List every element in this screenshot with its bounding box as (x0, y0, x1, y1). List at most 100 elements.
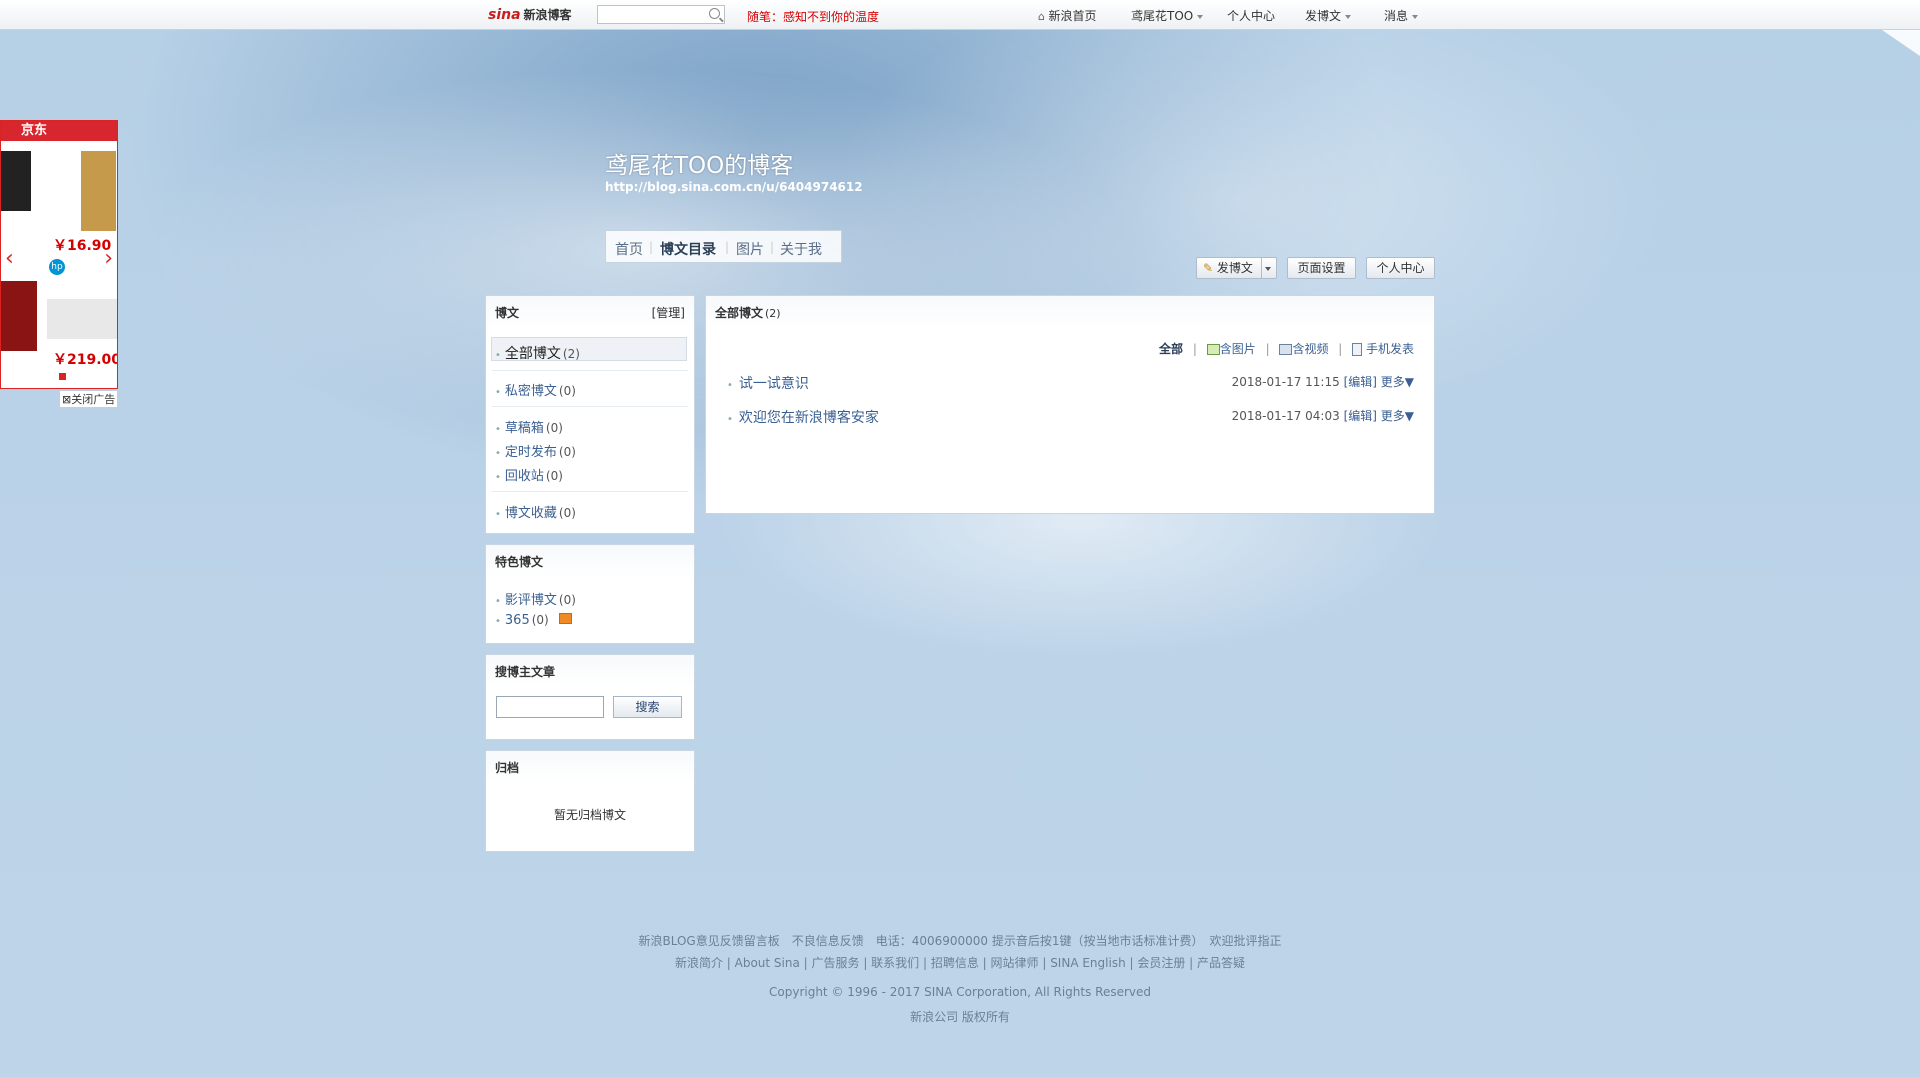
category-drafts[interactable]: • 草稿箱 (0) (495, 417, 563, 436)
write-post-button[interactable]: ✎ 发博文 (1196, 257, 1277, 279)
footer-links[interactable]: 新浪简介 | About Sina | 广告服务 | 联系我们 | 招聘信息 |… (0, 954, 1920, 971)
image-icon (1206, 344, 1220, 355)
panel-title: 博文 (495, 306, 520, 320)
featured-365[interactable]: • 365 (0) (495, 613, 572, 628)
category-label: 草稿箱 (504, 421, 544, 436)
author-search-input[interactable] (496, 696, 604, 718)
nav-sina-home-label: 新浪首页 (1048, 9, 1097, 23)
archive-panel: 归档 暂无归档博文 (485, 750, 695, 852)
panel-title: 搜博主文章 (495, 665, 556, 679)
rss-icon[interactable] (558, 613, 572, 624)
bullet-icon: • (495, 387, 501, 398)
category-private-posts[interactable]: • 私密博文 (0) (495, 380, 576, 399)
post-edit-link[interactable]: [编辑] (1344, 375, 1377, 389)
post-title-link[interactable]: • 欢迎您在新浪博客安家 (727, 407, 879, 427)
bullet-icon: • (495, 472, 501, 483)
sina-blog-logo[interactable]: sina 新浪博客 (488, 6, 572, 23)
manage-link[interactable]: [管理] (652, 304, 685, 321)
video-icon (1279, 344, 1293, 355)
filter-with-images[interactable]: 含图片 (1220, 342, 1256, 356)
category-count: (0) (545, 469, 563, 483)
all-posts-panel: 全部博文 (2) 全部 | 含图片 | 含视频 | 手机发表 • 试一试意识 201… (705, 295, 1435, 514)
author-search-button[interactable]: 搜索 (613, 696, 682, 718)
featured-posts-panel: 特色博文 • 影评博文 (0) • 365 (0) (485, 544, 695, 644)
category-label: 私密博文 (504, 384, 557, 399)
tab-separator: | (725, 240, 730, 254)
ad-price: ￥16.90 (53, 238, 112, 254)
category-label: 博文收藏 (504, 506, 557, 521)
category-all-posts[interactable]: • 全部博文 (2) (495, 343, 580, 363)
side-ad[interactable]: 京东 ￥16.90 hp ‹ › ￥219.00 (0, 120, 118, 389)
tab-blog-list[interactable]: 博文目录 (660, 239, 716, 259)
bullet-icon: • (495, 509, 501, 520)
close-ad-label: 关闭广告 (71, 393, 116, 406)
page-curl-icon[interactable] (1882, 30, 1920, 56)
category-count: (0) (558, 506, 576, 520)
top-bar: sina 新浪博客 随笔：感知不到你的温度 ⌂ 新浪首页 鸢尾花TOO 个人中心 … (0, 0, 1920, 30)
post-title: 欢迎您在新浪博客安家 (738, 410, 879, 426)
tab-home[interactable]: 首页 (615, 239, 643, 259)
category-recycle-bin[interactable]: • 回收站 (0) (495, 465, 563, 484)
filter-with-video[interactable]: 含视频 (1292, 342, 1328, 356)
filter-all[interactable]: 全部 (1159, 342, 1183, 356)
ad-product-image (81, 151, 116, 231)
top-search-input[interactable] (597, 5, 725, 24)
category-count: (2) (562, 347, 580, 361)
post-more-menu[interactable]: 更多▼ (1381, 375, 1414, 389)
post-meta: 2018-01-17 04:03 [编辑] 更多▼ (1232, 407, 1414, 424)
nav-user-menu[interactable]: 鸢尾花TOO (1131, 7, 1204, 24)
blog-title: 鸢尾花TOO的博客 (605, 153, 794, 179)
nav-sina-home[interactable]: ⌂ 新浪首页 (1038, 7, 1097, 24)
panel-title: 特色博文 (495, 555, 544, 569)
bullet-icon: • (495, 448, 501, 459)
ad-product-image (1, 281, 37, 351)
post-row: • 欢迎您在新浪博客安家 2018-01-17 04:03 [编辑] 更多▼ (727, 407, 1414, 427)
personal-center-button[interactable]: 个人中心 (1366, 257, 1435, 279)
bullet-icon: • (727, 414, 733, 425)
post-date: 2018-01-17 04:03 (1231, 409, 1340, 423)
ad-price: ￥219.00 (53, 352, 118, 368)
tab-about[interactable]: 关于我 (780, 239, 822, 259)
post-title: 试一试意识 (738, 376, 809, 392)
category-scheduled[interactable]: • 定时发布 (0) (495, 441, 576, 460)
chevron-down-icon[interactable] (1261, 258, 1276, 278)
blog-category-panel: 博文 [管理] • 全部博文 (2) • 私密博文 (0) • 草稿箱 (0) • 定时发布(… (485, 295, 695, 534)
all-posts-title: 全部博文 (715, 306, 764, 320)
post-title-link[interactable]: • 试一试意识 (727, 373, 809, 393)
divider (492, 370, 688, 371)
logo-text: sina (488, 7, 521, 23)
notice-link[interactable]: 随笔：感知不到你的温度 (747, 8, 879, 25)
blog-url[interactable]: http://blog.sina.com.cn/u/6404974612 (605, 180, 863, 194)
filter-separator: | (1338, 342, 1343, 356)
nav-personal-center[interactable]: 个人中心 (1227, 7, 1275, 24)
bullet-icon: • (495, 616, 501, 627)
chevron-left-icon[interactable]: ‹ (5, 246, 14, 271)
filter-mobile-posts[interactable]: 手机发表 (1366, 342, 1414, 356)
category-count: (0) (558, 445, 576, 459)
nav-messages[interactable]: 消息 (1384, 7, 1419, 24)
search-icon[interactable] (709, 8, 720, 19)
chevron-right-icon[interactable]: › (104, 246, 113, 271)
divider (492, 491, 688, 492)
ad-pager-dot[interactable] (59, 373, 66, 380)
nav-write-post[interactable]: 发博文 (1305, 7, 1352, 24)
category-label: 全部博文 (504, 346, 561, 362)
post-meta: 2018-01-17 11:15 [编辑] 更多▼ (1232, 373, 1414, 390)
ad-brand: 京东 (1, 121, 117, 141)
page-settings-button[interactable]: 页面设置 (1287, 257, 1356, 279)
category-label: 回收站 (504, 469, 544, 484)
all-posts-count: (2) (765, 307, 781, 320)
close-ad-button[interactable]: ⊠关闭广告 (60, 391, 118, 407)
footer-feedback-line[interactable]: 新浪BLOG意见反馈留言板 不良信息反馈 电话：4006900000 提示音后按… (0, 932, 1920, 949)
tab-separator: | (770, 240, 775, 254)
category-favorites[interactable]: • 博文收藏 (0) (495, 502, 576, 521)
category-count: (0) (558, 384, 576, 398)
post-row: • 试一试意识 2018-01-17 11:15 [编辑] 更多▼ (727, 373, 1414, 393)
chevron-down-icon (1345, 14, 1352, 19)
featured-movie-reviews[interactable]: • 影评博文 (0) (495, 589, 576, 608)
post-edit-link[interactable]: [编辑] (1344, 409, 1377, 423)
hp-logo-icon: hp (49, 259, 65, 275)
nav-user-label: 鸢尾花TOO (1131, 9, 1194, 23)
post-more-menu[interactable]: 更多▼ (1381, 409, 1414, 423)
tab-pictures[interactable]: 图片 (736, 239, 764, 259)
